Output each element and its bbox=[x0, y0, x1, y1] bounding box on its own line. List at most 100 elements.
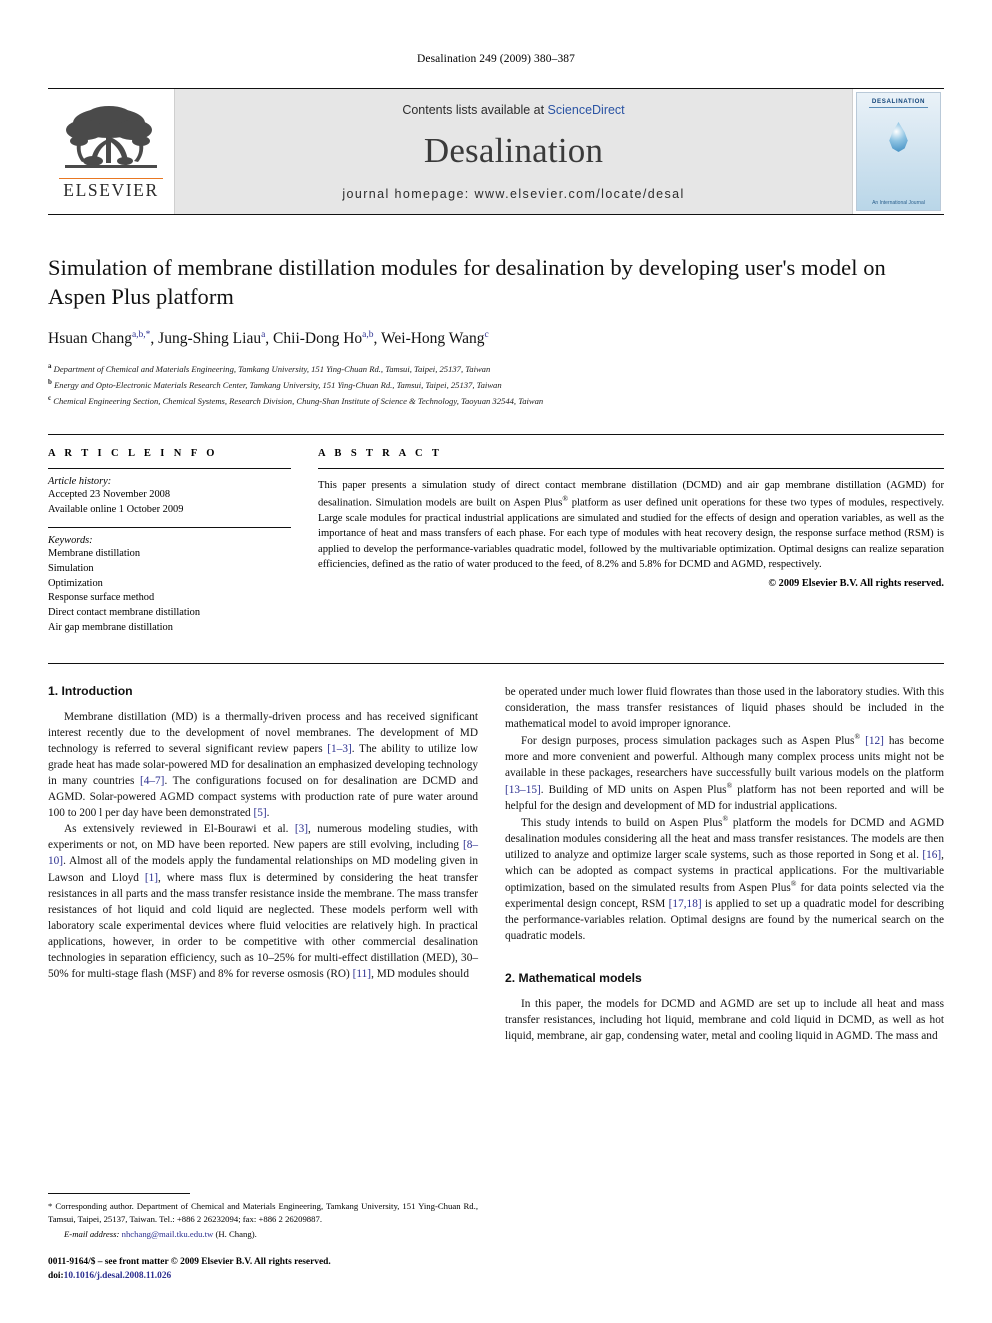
email-note: E-mail address: nhchang@mail.tku.edu.tw … bbox=[48, 1229, 478, 1239]
history-line: Accepted 23 November 2008 bbox=[48, 489, 171, 501]
journal-cover-thumbnail: DESALINATION An International Journal bbox=[852, 89, 944, 214]
intro-paragraph-1: Membrane distillation (MD) is a thermall… bbox=[48, 710, 479, 820]
footnote-rule bbox=[48, 1192, 190, 1194]
corresponding-author-note: * Corresponding author. Department of Ch… bbox=[48, 1200, 478, 1224]
abstract-column: A B S T R A C T This paper presents a si… bbox=[291, 448, 944, 635]
keyword: Air gap membrane distillation bbox=[48, 621, 173, 633]
sciencedirect-link[interactable]: ScienceDirect bbox=[548, 103, 625, 117]
title-block: Simulation of membrane distillation modu… bbox=[48, 253, 944, 408]
author-name: Chii-Dong Ho bbox=[273, 330, 363, 348]
citation-ref[interactable]: [1–3] bbox=[327, 743, 351, 755]
article-history-label: Article history: bbox=[48, 476, 112, 488]
email-link[interactable]: nhchang@mail.tku.edu.tw bbox=[122, 1229, 214, 1239]
body-column-left: 1. Introduction Membrane distillation (M… bbox=[48, 684, 478, 1045]
keywords-block: Keywords: Membrane distillation Simulati… bbox=[48, 528, 291, 636]
masthead-center: Contents lists available at ScienceDirec… bbox=[175, 89, 852, 214]
author: Chii-Dong Hoa,b bbox=[273, 330, 373, 347]
author: Jung-Shing Liaua bbox=[158, 330, 265, 347]
body-column-right: be operated under much lower fluid flowr… bbox=[505, 684, 944, 1045]
affiliation: c Chemical Engineering Section, Chemical… bbox=[48, 393, 944, 409]
cover-title: DESALINATION bbox=[871, 98, 926, 105]
doi-link[interactable]: 10.1016/j.desal.2008.11.026 bbox=[64, 1271, 172, 1281]
abstract-copyright: © 2009 Elsevier B.V. All rights reserved… bbox=[768, 577, 944, 589]
intro-paragraph-2-continued: be operated under much lower fluid flowr… bbox=[505, 685, 944, 730]
issn-line: 0011-9164/$ – see front matter © 2009 El… bbox=[48, 1257, 331, 1268]
doi-label: doi: bbox=[48, 1270, 64, 1281]
keyword: Membrane distillation bbox=[48, 547, 141, 559]
intro-paragraph-3: For design purposes, process simulation … bbox=[505, 731, 944, 812]
registered-mark: ® bbox=[722, 813, 729, 823]
article-info-heading: A R T I C L E I N F O bbox=[48, 448, 218, 460]
abstract-heading: A B S T R A C T bbox=[318, 448, 443, 460]
author-marks: a,b,* bbox=[131, 329, 151, 340]
citation-ref[interactable]: [1] bbox=[145, 872, 158, 884]
affiliation: b Energy and Opto-Electronic Materials R… bbox=[48, 377, 944, 393]
section-heading-mathematical-models: 2. Mathematical models bbox=[505, 971, 642, 986]
citation-ref[interactable]: [5] bbox=[253, 807, 266, 819]
keyword: Direct contact membrane distillation bbox=[48, 607, 201, 619]
affiliation-text: Energy and Opto-Electronic Materials Res… bbox=[54, 379, 502, 390]
elsevier-wordmark: ELSEVIER bbox=[59, 177, 163, 201]
keywords-label: Keywords: bbox=[48, 534, 93, 546]
email-label: E-mail address: bbox=[64, 1229, 120, 1240]
math-paragraph-1: In this paper, the models for DCMD and A… bbox=[505, 998, 944, 1043]
author: Hsuan Changa,b,* bbox=[48, 330, 150, 347]
footnote-region: * Corresponding author. Department of Ch… bbox=[48, 1192, 478, 1283]
author-marks: a,b bbox=[362, 329, 374, 340]
affiliation-mark: b bbox=[48, 377, 52, 386]
keyword: Response surface method bbox=[48, 592, 155, 604]
section-heading-introduction: 1. Introduction bbox=[48, 683, 133, 698]
history-line: Available online 1 October 2009 bbox=[48, 504, 184, 516]
citation-ref[interactable]: [8–10] bbox=[48, 839, 478, 867]
paper-page: Desalination 249 (2009) 380–387 ELSEVIER… bbox=[0, 0, 992, 1323]
author-marks: c bbox=[484, 329, 489, 340]
imprint-block: 0011-9164/$ – see front matter © 2009 El… bbox=[48, 1256, 478, 1283]
journal-homepage-line[interactable]: journal homepage: www.elsevier.com/locat… bbox=[342, 187, 684, 201]
contents-prefix: Contents lists available at bbox=[402, 102, 548, 117]
elsevier-logo: ELSEVIER bbox=[48, 89, 175, 214]
author-name: Wei-Hong Wang bbox=[381, 330, 485, 348]
registered-mark: ® bbox=[790, 878, 797, 888]
abstract-text: This paper presents a simulation study o… bbox=[318, 468, 944, 572]
intro-paragraph-4: This study intends to build on Aspen Plu… bbox=[505, 813, 944, 943]
journal-title: Desalination bbox=[423, 130, 604, 170]
doi-line: doi:10.1016/j.desal.2008.11.026 bbox=[48, 1270, 478, 1283]
journal-masthead: ELSEVIER Contents lists available at Sci… bbox=[48, 88, 944, 215]
affiliation-text: Chemical Engineering Section, Chemical S… bbox=[53, 395, 544, 406]
body-columns: 1. Introduction Membrane distillation (M… bbox=[48, 662, 944, 1045]
citation-ref[interactable]: [16] bbox=[922, 849, 941, 861]
author: Wei-Hong Wangc bbox=[381, 330, 489, 347]
info-abstract-region: A R T I C L E I N F O Article history: A… bbox=[48, 434, 944, 635]
affiliation: a Department of Chemical and Materials E… bbox=[48, 361, 944, 377]
article-title: Simulation of membrane distillation modu… bbox=[48, 255, 886, 310]
author-name: Hsuan Chang bbox=[48, 330, 132, 348]
contents-available-line: Contents lists available at ScienceDirec… bbox=[402, 103, 624, 117]
keyword: Optimization bbox=[48, 577, 103, 589]
email-suffix: (H. Chang). bbox=[215, 1229, 257, 1240]
affiliation-list: a Department of Chemical and Materials E… bbox=[48, 361, 944, 408]
affiliation-mark: a bbox=[48, 362, 52, 371]
author-marks: a bbox=[261, 329, 266, 340]
affiliation-text: Department of Chemical and Materials Eng… bbox=[53, 363, 491, 374]
running-head: Desalination 249 (2009) 380–387 bbox=[416, 53, 575, 65]
article-info-column: A R T I C L E I N F O Article history: A… bbox=[48, 448, 291, 635]
intro-paragraph-2: As extensively reviewed in El-Bourawi et… bbox=[48, 823, 479, 981]
author-list: Hsuan Changa,b,*, Jung-Shing Liaua, Chii… bbox=[48, 329, 489, 348]
citation-ref[interactable]: [3] bbox=[295, 823, 308, 835]
citation-ref[interactable]: [12] bbox=[865, 735, 884, 747]
registered-mark: ® bbox=[854, 731, 861, 741]
author-name: Jung-Shing Liau bbox=[158, 330, 262, 348]
article-history-block: Article history: Accepted 23 November 20… bbox=[48, 469, 291, 527]
citation-ref[interactable]: [13–15] bbox=[505, 784, 541, 796]
citation-ref[interactable]: [4–7] bbox=[140, 775, 164, 787]
cover-footer: An International Journal bbox=[872, 200, 925, 206]
water-drop-icon bbox=[889, 122, 908, 152]
affiliation-mark: c bbox=[48, 393, 52, 402]
elsevier-tree-icon bbox=[59, 103, 163, 177]
keyword: Simulation bbox=[48, 562, 94, 574]
registered-mark: ® bbox=[562, 493, 569, 503]
citation-ref[interactable]: [11] bbox=[353, 968, 371, 980]
citation-ref[interactable]: [17,18] bbox=[669, 898, 702, 910]
cover-divider bbox=[868, 107, 929, 108]
registered-mark: ® bbox=[726, 780, 733, 790]
